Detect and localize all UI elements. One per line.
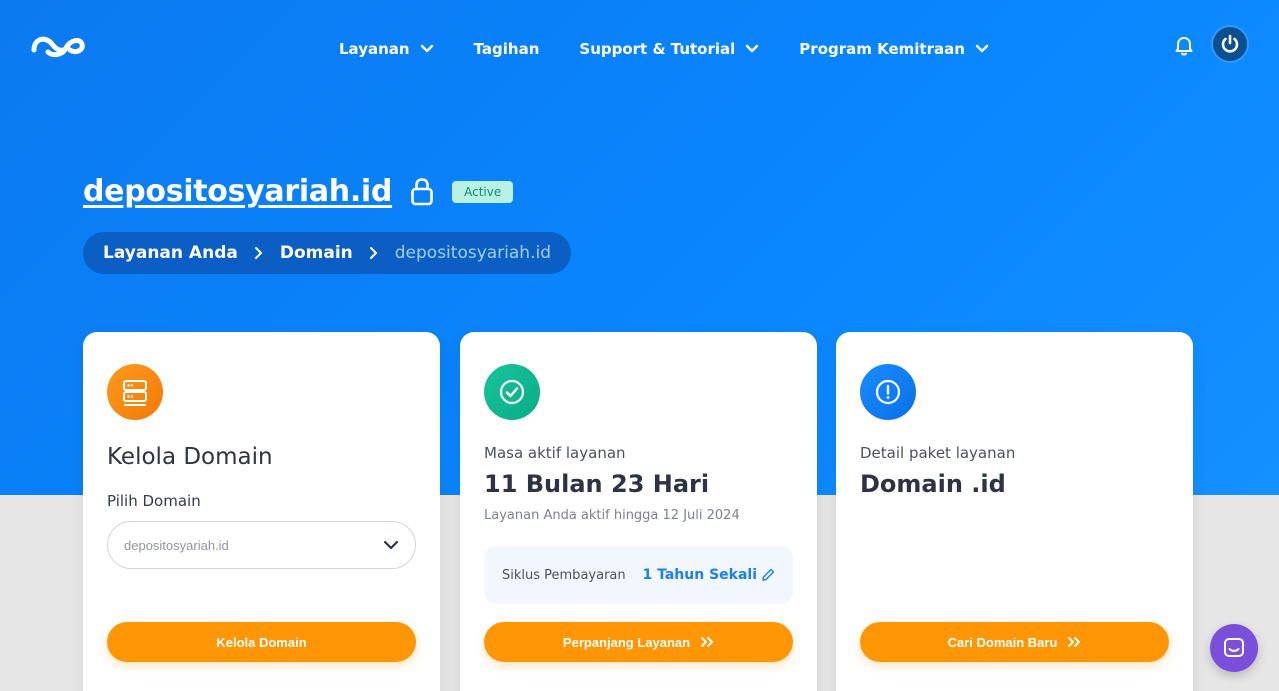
double-chevron-right-icon [1068,637,1081,647]
check-circle-icon [499,379,525,405]
exclamation-circle-icon [875,379,901,405]
info-icon-circle [860,364,916,420]
select-label: Pilih Domain [107,492,201,510]
billing-cycle-label: Siklus Pembayaran [502,567,626,583]
active-period-card: Masa aktif layanan 11 Bulan 23 Hari Laya… [460,332,817,691]
page-title[interactable]: depositosyariah.id [83,174,392,209]
nav-item-tagihan[interactable]: Tagihan [474,40,540,58]
breadcrumb-item-current: depositosyariah.id [394,243,551,263]
power-icon [1221,34,1239,53]
button-label: Kelola Domain [216,634,307,650]
status-badge: Active [452,180,514,203]
domain-select-value: depositosyariah.id [124,537,229,553]
double-chevron-right-icon [701,637,714,647]
server-icon [123,380,147,406]
nav-item-layanan[interactable]: Layanan [339,40,434,58]
breadcrumb-item-layanan[interactable]: Layanan Anda [103,243,238,263]
package-detail-label: Detail paket layanan [860,444,1016,462]
server-icon-circle [107,364,163,420]
chat-widget-button[interactable] [1210,624,1258,672]
breadcrumb-item-domain[interactable]: Domain [280,243,353,263]
package-detail-card: Detail paket layanan Domain .id Cari Dom… [836,332,1193,691]
card-title: Kelola Domain [107,444,273,470]
domain-select[interactable]: depositosyariah.id [107,521,416,569]
package-name: Domain .id [860,470,1006,498]
pencil-icon[interactable] [761,568,775,582]
manage-domain-button[interactable]: Kelola Domain [107,622,416,662]
power-button[interactable] [1213,27,1247,61]
billing-cycle-box: Siklus Pembayaran 1 Tahun Sekali [484,546,793,604]
button-label: Cari Domain Baru [947,634,1058,650]
chevron-down-icon [975,44,989,53]
chevron-right-icon [254,247,262,259]
chevron-down-icon [383,540,399,550]
chat-icon [1224,638,1244,657]
billing-cycle-value[interactable]: 1 Tahun Sekali [642,567,775,583]
chevron-down-icon [420,44,433,53]
find-new-domain-button[interactable]: Cari Domain Baru [860,622,1169,662]
button-label: Perpanjang Layanan [562,634,691,650]
lock-icon[interactable] [410,177,434,207]
active-until-text: Layanan Anda aktif hingga 12 Juli 2024 [484,508,740,523]
domain-title-row: depositosyariah.id Active [83,174,514,209]
brand-logo-icon[interactable] [30,30,86,58]
check-icon-circle [484,364,540,420]
manage-domain-card: Kelola Domain Pilih Domain depositosyari… [83,332,440,691]
chevron-right-icon [369,247,377,259]
active-period-label: Masa aktif layanan [484,444,626,462]
billing-cycle-text: 1 Tahun Sekali [642,567,757,583]
bell-icon[interactable] [1174,35,1194,57]
active-period-value: 11 Bulan 23 Hari [484,470,710,498]
nav-item-support[interactable]: Support & Tutorial [579,40,759,58]
chevron-down-icon [746,44,759,53]
nav-item-kemitraan[interactable]: Program Kemitraan [799,40,989,58]
breadcrumb: Layanan Anda Domain depositosyariah.id [83,232,571,274]
renew-service-button[interactable]: Perpanjang Layanan [484,622,793,662]
main-nav: Layanan Tagihan Support & Tutorial Progr… [339,40,1029,58]
